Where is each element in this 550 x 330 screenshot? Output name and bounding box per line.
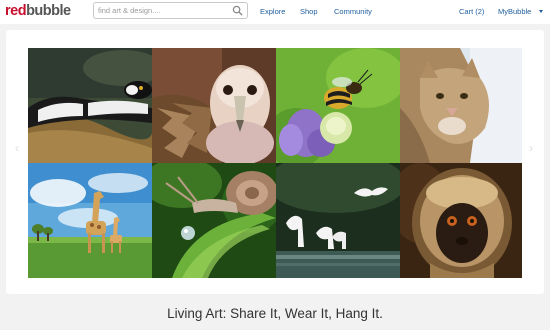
mybubble-menu[interactable]: MyBubble bbox=[498, 7, 531, 17]
logo-part-red: red bbox=[5, 3, 27, 19]
carousel-prev-arrow[interactable]: ‹ bbox=[15, 142, 19, 154]
vulture-image bbox=[152, 48, 276, 163]
snail-image bbox=[152, 163, 276, 278]
bee-image bbox=[276, 48, 400, 163]
search-box bbox=[93, 2, 248, 19]
cougar-image bbox=[400, 48, 522, 163]
artwork-tile-monkey[interactable] bbox=[400, 163, 522, 278]
artwork-tile-giraffes[interactable] bbox=[28, 163, 152, 278]
artwork-grid bbox=[28, 48, 522, 278]
logo-part-bubble: bubble bbox=[26, 3, 71, 19]
giraffes-image bbox=[28, 163, 152, 278]
artwork-tile-cougar[interactable] bbox=[400, 48, 522, 163]
artwork-tile-lemur[interactable] bbox=[28, 48, 152, 163]
search-input[interactable] bbox=[98, 4, 228, 17]
artwork-tile-vulture[interactable] bbox=[152, 48, 276, 163]
egrets-image bbox=[276, 163, 400, 278]
cart-link[interactable]: Cart (2) bbox=[459, 7, 484, 17]
carousel-next-arrow[interactable]: › bbox=[529, 142, 533, 154]
lemur-image bbox=[28, 48, 152, 163]
search-icon[interactable] bbox=[232, 5, 243, 16]
nav-explore-link[interactable]: Explore bbox=[260, 7, 285, 17]
featured-gallery-panel: ‹ › bbox=[6, 30, 544, 294]
site-header: redbubble Explore Shop Community Cart (2… bbox=[0, 0, 550, 24]
chevron-down-icon[interactable] bbox=[539, 10, 543, 13]
redbubble-logo[interactable]: redbubble bbox=[5, 2, 71, 20]
nav-shop-link[interactable]: Shop bbox=[300, 7, 318, 17]
homepage-tagline: Living Art: Share It, Wear It, Hang It. bbox=[167, 306, 383, 321]
monkey-image bbox=[400, 163, 522, 278]
artwork-tile-bee[interactable] bbox=[276, 48, 400, 163]
nav-community-link[interactable]: Community bbox=[334, 7, 372, 17]
artwork-tile-egrets[interactable] bbox=[276, 163, 400, 278]
artwork-tile-snail[interactable] bbox=[152, 163, 276, 278]
